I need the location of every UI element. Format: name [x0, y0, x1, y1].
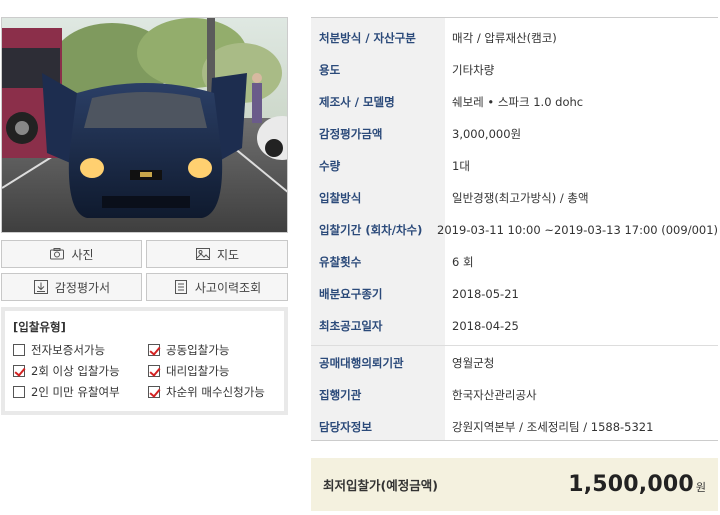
table-row: 입찰방식 일반경쟁(최고가방식) / 총액 — [311, 184, 718, 212]
row-label: 수량 — [319, 159, 341, 173]
map-button-label: 지도 — [216, 247, 240, 262]
accident-history-button[interactable]: 사고이력조회 — [146, 273, 288, 301]
bid-type-label: 대리입찰가능 — [166, 364, 230, 378]
table-row: 입찰기간 (회차/차수) 2019-03-11 10:00 ~2019-03-13… — [311, 216, 718, 244]
bid-type-label: 차순위 매수신청가능 — [166, 385, 265, 399]
minimum-bid-label: 최저입찰가(예정금액) — [323, 478, 438, 493]
table-row: 최초공고일자 2018-04-25 — [311, 312, 718, 340]
table-row: 감정평가금액 3,000,000원 — [311, 120, 718, 148]
table-row: 집행기관 한국자산관리공사 — [311, 381, 718, 409]
minimum-bid-box: 최저입찰가(예정금액) 1,500,000 원 — [311, 458, 718, 511]
row-label: 배분요구종기 — [319, 287, 383, 301]
table-row: 처분방식 / 자산구분 매각 / 압류재산(캠코) — [311, 24, 718, 52]
camera-icon — [49, 246, 65, 262]
appraisal-button-label: 감정평가서 — [54, 280, 111, 295]
checkbox-electronic-guarantee — [13, 344, 25, 356]
checkbox-under-two-bidders — [13, 386, 25, 398]
row-value: 3,000,000원 — [452, 127, 522, 141]
row-label: 입찰방식 — [319, 191, 362, 205]
appraisal-report-button[interactable]: 감정평가서 — [1, 273, 142, 301]
row-label: 제조사 / 모델명 — [319, 95, 395, 109]
row-label: 용도 — [319, 63, 341, 77]
document-list-icon — [173, 279, 189, 295]
table-row: 유찰횟수 6 회 — [311, 248, 718, 276]
row-value: 6 회 — [452, 255, 474, 269]
photo-button-label: 사진 — [71, 247, 94, 262]
checkbox-multiple-bids — [13, 365, 25, 377]
row-value: 강원지역본부 / 조세정리팀 / 1588-5321 — [452, 420, 654, 434]
map-button[interactable]: 지도 — [146, 240, 288, 268]
bid-type-item: 차순위 매수신청가능 — [148, 384, 283, 400]
row-value: 일반경쟁(최고가방식) / 총액 — [452, 191, 589, 205]
bid-type-title: [입찰유형] — [13, 320, 66, 334]
row-value: 1대 — [452, 159, 470, 173]
row-value: 매각 / 압류재산(캠코) — [452, 31, 557, 45]
auction-info-table: 처분방식 / 자산구분 매각 / 압류재산(캠코) 용도 기타차량 제조사 / 모델… — [311, 17, 718, 441]
row-label: 담당자정보 — [319, 420, 372, 434]
bid-type-label: 2인 미만 유찰여부 — [31, 385, 120, 399]
row-value: 2018-05-21 — [452, 287, 519, 301]
minimum-bid-amount: 1,500,000 원 — [568, 472, 706, 497]
row-label: 유찰횟수 — [319, 255, 362, 269]
bid-type-label: 전자보증서가능 — [31, 343, 106, 357]
row-label: 집행기관 — [319, 388, 362, 402]
download-icon — [33, 279, 49, 295]
row-value: 쉐보레 • 스파크 1.0 dohc — [452, 95, 584, 109]
vehicle-photo[interactable] — [1, 17, 288, 233]
bid-type-item: 2인 미만 유찰여부 — [13, 384, 148, 400]
row-label: 공매대행의뢰기관 — [319, 356, 404, 370]
bid-type-panel: [입찰유형] 전자보증서가능 공동입찰가능 2회 이상 입찰가능 대리입찰가능 … — [1, 307, 288, 415]
table-row: 공매대행의뢰기관 영월군청 — [311, 349, 718, 377]
table-row: 담당자정보 강원지역본부 / 조세정리팀 / 1588-5321 — [311, 413, 718, 441]
row-value: 기타차량 — [452, 63, 495, 77]
table-row: 배분요구종기 2018-05-21 — [311, 280, 718, 308]
row-label: 입찰기간 (회차/차수) — [319, 223, 423, 237]
table-row: 제조사 / 모델명 쉐보레 • 스파크 1.0 dohc — [311, 88, 718, 116]
row-label: 감정평가금액 — [319, 127, 383, 141]
table-row: 수량 1대 — [311, 152, 718, 180]
accident-button-label: 사고이력조회 — [194, 280, 262, 295]
map-icon — [195, 246, 211, 262]
row-value: 2019-03-11 10:00 ~2019-03-13 17:00 (009/… — [437, 223, 718, 237]
checkbox-proxy-bid — [148, 365, 160, 377]
minimum-bid-value: 1,500,000 — [568, 472, 694, 497]
bid-type-label: 공동입찰가능 — [166, 343, 230, 357]
table-row: 용도 기타차량 — [311, 56, 718, 84]
bid-type-item: 전자보증서가능 — [13, 342, 148, 358]
bid-type-item: 2회 이상 입찰가능 — [13, 363, 148, 379]
section-divider — [311, 345, 718, 346]
checkbox-second-buyer — [148, 386, 160, 398]
bid-type-item: 대리입찰가능 — [148, 363, 283, 379]
currency-unit: 원 — [695, 481, 706, 494]
row-label: 처분방식 / 자산구분 — [319, 31, 416, 45]
bid-type-label: 2회 이상 입찰가능 — [31, 364, 120, 378]
row-value: 한국자산관리공사 — [452, 388, 537, 402]
photo-button[interactable]: 사진 — [1, 240, 142, 268]
checkbox-joint-bid — [148, 344, 160, 356]
row-value: 2018-04-25 — [452, 319, 519, 333]
bid-type-item: 공동입찰가능 — [148, 342, 283, 358]
row-value: 영월군청 — [452, 356, 495, 370]
row-label: 최초공고일자 — [319, 319, 383, 333]
